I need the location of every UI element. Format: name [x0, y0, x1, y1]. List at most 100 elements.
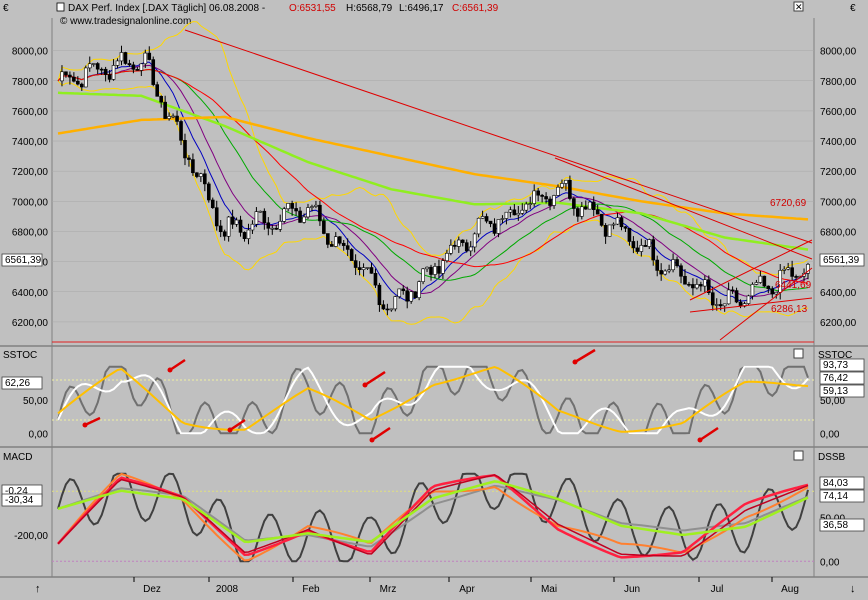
candle-body	[437, 266, 441, 274]
candle-body	[675, 259, 679, 267]
candle-body	[595, 209, 600, 215]
candle-body	[552, 195, 556, 206]
candle-body	[76, 80, 80, 85]
y-tick-left: 7400,00	[12, 137, 49, 148]
candle-body	[381, 304, 386, 310]
scroll-down-icon[interactable]: ↓	[850, 583, 856, 595]
sstoc-close-icon[interactable]	[793, 348, 804, 359]
candle-body	[433, 266, 437, 275]
x-tick-label: 2008	[216, 584, 239, 595]
candle-body	[603, 225, 608, 237]
candle-body	[671, 259, 675, 271]
candle-body	[456, 239, 461, 247]
candle-body	[599, 213, 604, 226]
sstoc-tick-right: 50,00	[820, 396, 845, 407]
y-tick-left: 6400,00	[12, 288, 49, 299]
scroll-up-icon[interactable]: ↑	[35, 583, 41, 595]
candle-body	[195, 172, 199, 177]
x-tick-label: Jul	[711, 584, 724, 595]
candle-body	[464, 242, 469, 252]
candle-body	[270, 227, 275, 230]
current-price-left: 6561,39	[5, 255, 42, 266]
candle-body	[314, 204, 318, 207]
series-toggle-icon[interactable]	[56, 2, 65, 12]
sstoc-tick-left: 50,00	[23, 396, 48, 407]
y-tick-left: 8000,00	[12, 47, 49, 58]
candle-body	[746, 295, 751, 304]
candle-body	[218, 225, 223, 233]
y-tick-right: 7000,00	[820, 197, 857, 208]
candle-body	[429, 266, 433, 275]
sstoc-right-badge: 59,13	[823, 386, 848, 397]
candle-body	[540, 194, 544, 197]
y-tick-left: 6200,00	[12, 318, 49, 329]
candle-body	[282, 208, 286, 222]
candle-body	[504, 211, 509, 219]
instrument-label: DAX Perf. Index [.DAX Täglich] 06.08.200…	[68, 3, 265, 14]
candle-body	[278, 221, 283, 230]
candle-body	[647, 239, 652, 247]
candle-body	[468, 246, 473, 252]
macd-close-icon[interactable]	[793, 450, 804, 461]
candle-body	[230, 216, 235, 225]
signal-arrow-head	[697, 437, 703, 443]
candle-body	[175, 115, 179, 122]
signal-arrow-head	[167, 367, 173, 373]
candle-body	[226, 216, 231, 237]
candle-body	[484, 216, 489, 222]
signal-arrow-head	[227, 427, 233, 433]
signal-arrow-head	[82, 422, 88, 428]
candle-body	[441, 260, 445, 274]
candle-body	[718, 304, 723, 307]
candle-body	[425, 266, 429, 270]
y-tick-right: 8000,00	[820, 47, 857, 58]
candle-body	[127, 63, 132, 66]
candle-body	[786, 267, 790, 270]
candle-body	[460, 239, 465, 243]
candle-body	[286, 203, 290, 210]
candle-body	[730, 289, 735, 292]
candle-body	[639, 245, 644, 252]
x-tick-label: Jun	[624, 584, 640, 595]
candle-body	[87, 63, 92, 69]
y-tick-right: 6400,00	[820, 288, 857, 299]
y-tick-right: 7200,00	[820, 167, 857, 178]
candle-body	[750, 284, 755, 297]
candle-body	[528, 203, 533, 205]
macd-tick-left: -200,00	[14, 531, 48, 542]
sstoc-right-badge: 93,73	[823, 360, 848, 371]
x-tick-label: Apr	[459, 584, 475, 595]
candle-body	[210, 199, 215, 208]
candle-body	[687, 283, 691, 286]
candle-body	[64, 71, 68, 76]
candle-body	[119, 52, 124, 62]
candle-body	[413, 291, 417, 298]
chart-window: € € DAX Perf. Index [.DAX Täglich] 06.08…	[0, 0, 868, 595]
candle-body	[250, 223, 255, 231]
signal-arrow-head	[369, 437, 375, 443]
candle-body	[496, 219, 501, 234]
candle-body	[242, 232, 247, 239]
candle-body	[472, 233, 477, 248]
candle-body	[155, 84, 160, 97]
candle-body	[480, 216, 485, 219]
candle-body	[635, 247, 640, 252]
candle-body	[238, 219, 243, 233]
watermark: © www.tradesignalonline.com	[60, 16, 191, 27]
x-tick-label: Mrz	[380, 584, 397, 595]
signal-arrow-head	[572, 359, 578, 365]
candle-body	[453, 244, 457, 247]
candle-body	[103, 68, 108, 75]
open-value: O:6531,55	[289, 3, 336, 14]
x-tick-label: Aug	[781, 584, 799, 595]
candle-body	[591, 201, 596, 210]
candle-body	[623, 226, 628, 229]
y-tick-right: 7400,00	[820, 137, 857, 148]
candle-body	[790, 267, 794, 277]
candle-body	[266, 222, 271, 229]
candle-body	[508, 209, 513, 213]
signal-arrow-head	[362, 382, 368, 388]
candle-body	[548, 198, 552, 206]
candle-body	[631, 241, 636, 249]
y-tick-right: 6800,00	[820, 227, 857, 238]
